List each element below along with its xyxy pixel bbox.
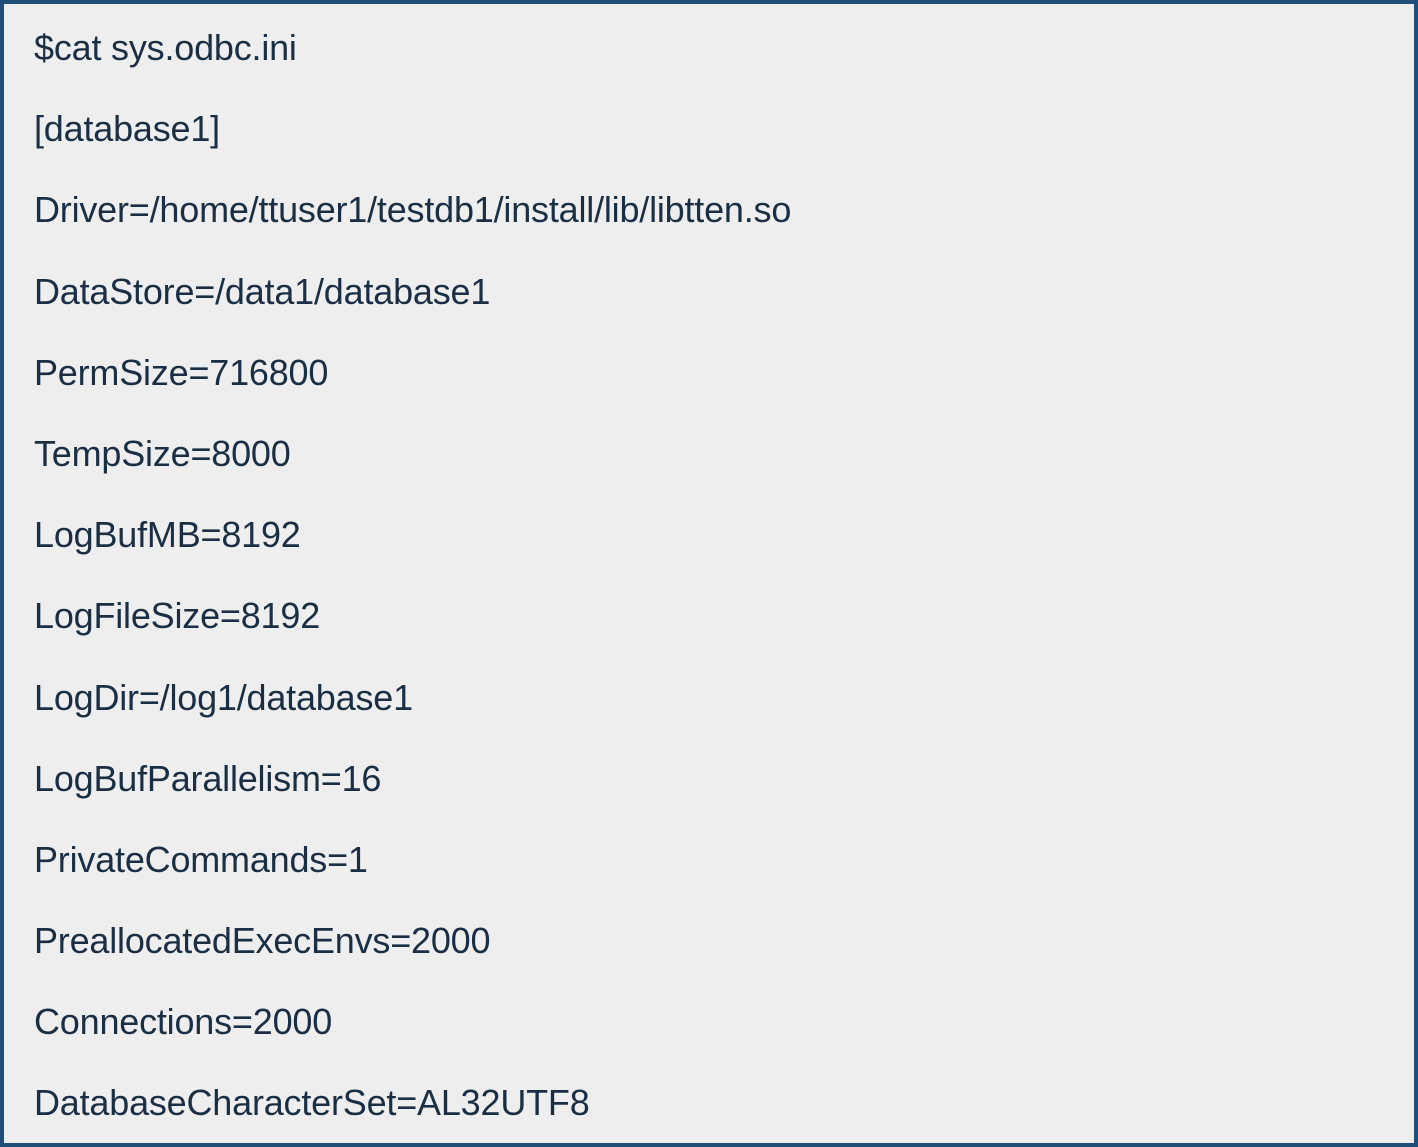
- config-line-logbufparallelism: LogBufParallelism=16: [34, 757, 1384, 800]
- config-line-logfilesize: LogFileSize=8192: [34, 594, 1384, 637]
- config-line-logdir: LogDir=/log1/database1: [34, 676, 1384, 719]
- config-line-datastore: DataStore=/data1/database1: [34, 270, 1384, 313]
- charset-label-post: =AL32UTF8: [396, 1081, 589, 1124]
- config-line-section: [database1]: [34, 107, 1384, 150]
- config-line-preallocatedexecenvs: PreallocatedExecEnvs=2000: [34, 919, 1384, 962]
- config-line-tempsize: TempSize=8000: [34, 432, 1384, 475]
- config-line-logbufmb: LogBufMB=8192: [34, 513, 1384, 556]
- config-line-connections: Connections=2000: [34, 1000, 1384, 1043]
- config-line-databasecharacterset: DatabaseCharacterSet=AL32UTF8: [34, 1081, 590, 1124]
- config-line-driver: Driver=/home/ttuser1/testdb1/install/lib…: [34, 188, 1384, 231]
- config-line-command: $cat sys.odbc.ini: [34, 26, 1384, 69]
- config-line-permsize: PermSize=716800: [34, 351, 1384, 394]
- config-file-box: $cat sys.odbc.ini [database1] Driver=/ho…: [0, 0, 1418, 1147]
- config-line-privatecommands: PrivateCommands=1: [34, 838, 1384, 881]
- charset-label-pre: DatabaseCharacterSet: [34, 1081, 396, 1124]
